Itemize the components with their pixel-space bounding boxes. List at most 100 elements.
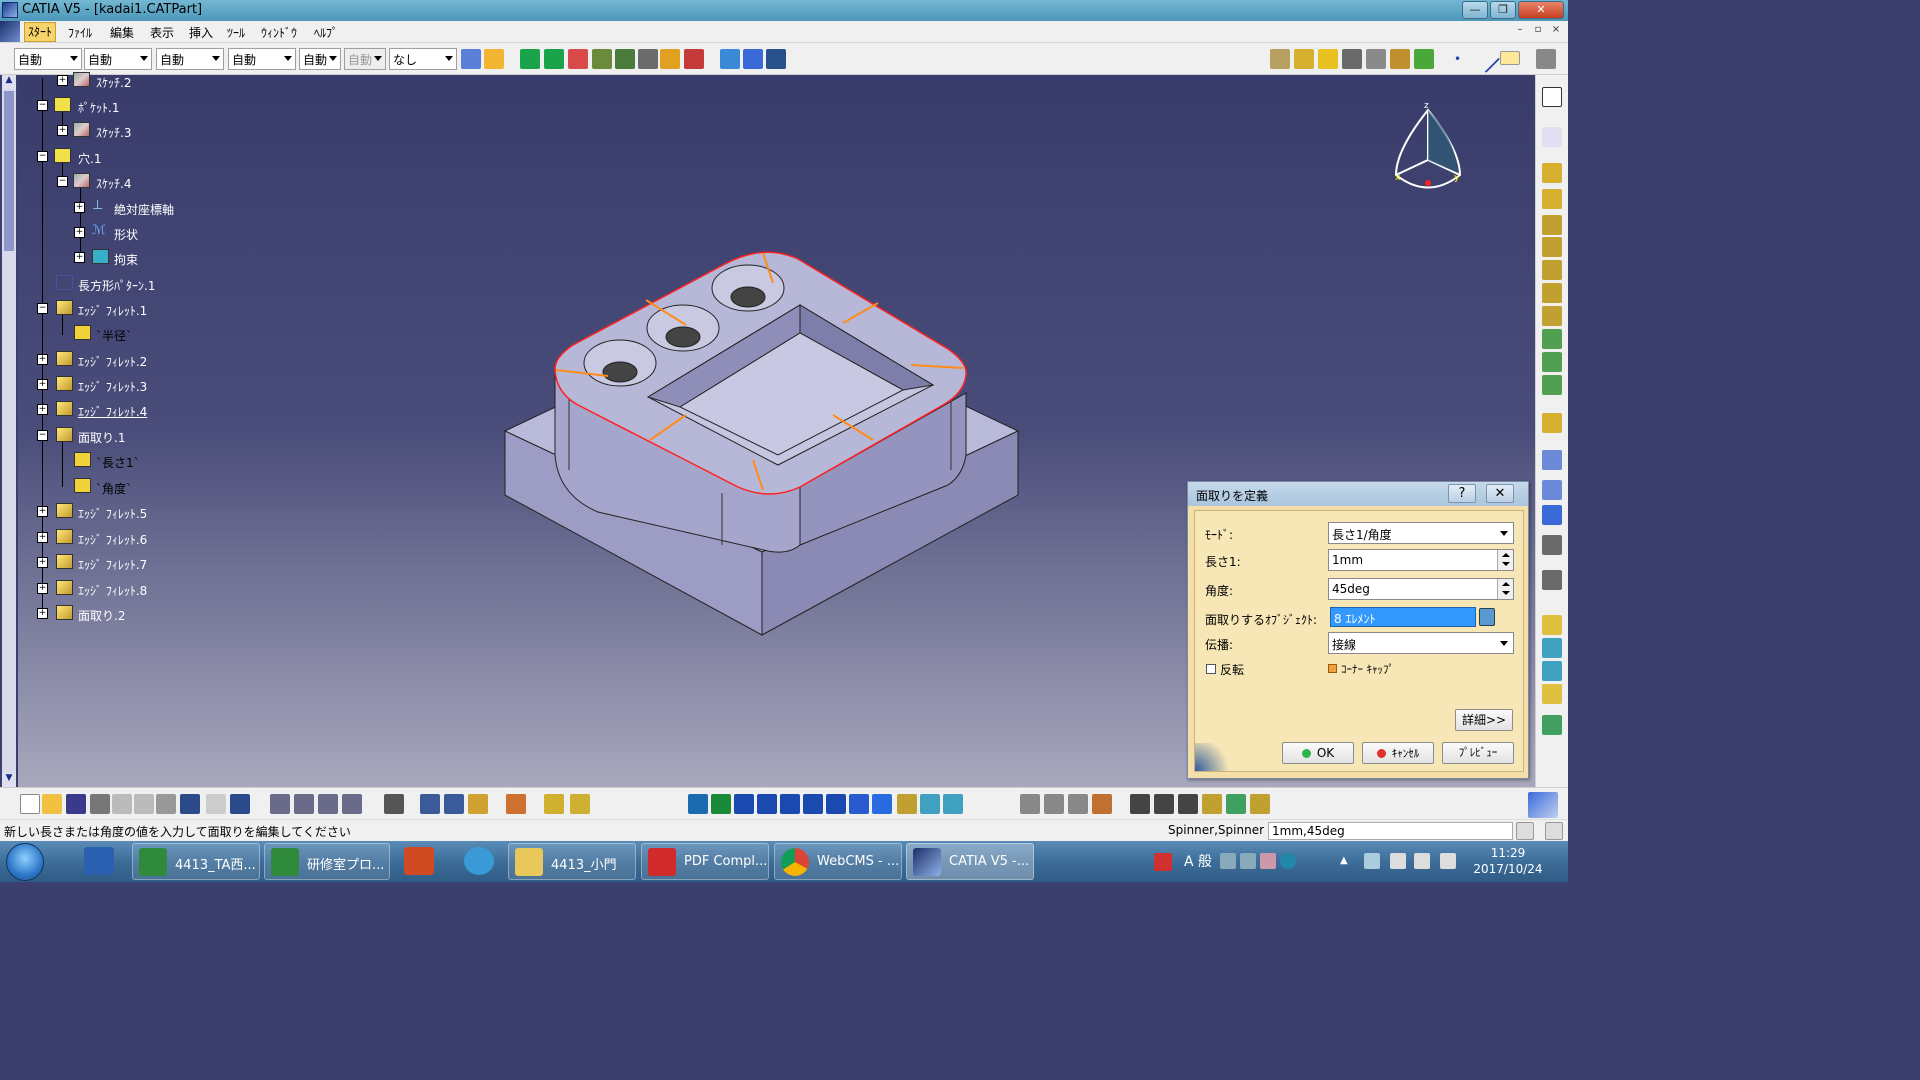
parameters-icon[interactable] [743,49,763,69]
line-thickness-combo[interactable]: 自動 [156,48,224,70]
redo-icon[interactable] [206,794,226,814]
power-input-field[interactable]: 1mm,45deg [1268,822,1513,840]
mdi-close-button[interactable]: × [1548,24,1564,38]
mechanical-feature-icon[interactable] [294,794,314,814]
preview-button[interactable]: ﾌﾟﾚﾋﾞｭｰ [1442,742,1514,764]
select-arrow-icon[interactable] [1542,87,1562,107]
dialog-close-button[interactable]: ✕ [1486,484,1514,503]
edit-selection-icon[interactable] [1479,608,1495,626]
pan-icon[interactable] [734,794,754,814]
normal-view-icon[interactable] [826,794,846,814]
measure-item-bottom-icon[interactable] [444,794,464,814]
point-type-combo[interactable]: 自動 [299,48,341,70]
dialog-help-button[interactable]: ? [1448,484,1476,503]
cut-icon[interactable] [112,794,132,814]
power-icon[interactable] [1440,853,1456,869]
ime-dictionary-icon[interactable] [1260,853,1276,869]
ime-tools-icon[interactable] [1240,853,1256,869]
more-button[interactable]: 詳細>> [1455,709,1513,731]
taskbar-app-catia[interactable]: CATIA V5 -... [906,843,1034,880]
undo-icon[interactable] [180,794,200,814]
status-close-icon[interactable] [1545,822,1563,840]
menu-window[interactable]: ｳｨﾝﾄﾞｳ [261,24,297,41]
angle-input[interactable]: 45deg [1328,578,1514,600]
propagation-select[interactable]: 接線 [1328,632,1514,654]
color-combo[interactable]: 自動 [14,48,82,70]
fly-mode-icon[interactable] [570,794,590,814]
zoom-in-icon[interactable] [780,794,800,814]
shell-tool-icon[interactable] [1542,480,1562,500]
shaft-tool-icon[interactable] [1542,215,1562,235]
minimize-button[interactable]: — [1462,1,1488,19]
transform-tool-icon[interactable] [1542,535,1562,555]
status-options-icon[interactable] [1516,822,1534,840]
paint-bucket-icon[interactable] [484,49,504,69]
draft-tool-icon[interactable] [1542,450,1562,470]
menu-insert[interactable]: 挿入 [189,24,213,41]
rib-tool-icon[interactable] [1542,283,1562,303]
transparency-combo[interactable]: 自動 [84,48,152,70]
pinned-word[interactable] [76,844,122,879]
removed-multi-section-icon[interactable] [1542,352,1562,372]
paste-icon[interactable] [156,794,176,814]
menu-help[interactable]: ﾍﾙﾌﾟ [314,24,338,41]
body-bottom-icon[interactable] [1202,794,1222,814]
taskbar-app-folder[interactable]: 4413_小門 [508,843,636,880]
close-surface-icon[interactable] [1542,661,1562,681]
measure-between-bottom-icon[interactable] [420,794,440,814]
taskbar-clock[interactable]: 11:29 2017/10/24 [1468,845,1548,877]
translate-icon[interactable] [544,49,564,69]
dress-up-icon[interactable] [1226,794,1246,814]
measure-between-icon[interactable] [615,49,635,69]
boolean-icon[interactable] [1342,49,1362,69]
ime-pad-icon[interactable] [1220,853,1236,869]
body-icon[interactable] [1318,49,1338,69]
tree-scrollbar[interactable]: ▲ ▼ [2,75,16,787]
surface-icon[interactable] [1250,794,1270,814]
show-hidden-icons-icon[interactable]: ▲ [1340,855,1350,866]
taskbar-app-excel-ta[interactable]: 4413_TA西... [132,843,260,880]
ime-help-icon[interactable] [1280,853,1296,869]
view-mode-icon[interactable] [897,794,917,814]
quick-view-icon[interactable] [872,794,892,814]
sketch-tools-icon[interactable] [1366,49,1386,69]
shaft-icon[interactable] [1294,49,1314,69]
fly-icon[interactable] [688,794,708,814]
volume-icon[interactable] [1414,853,1430,869]
painter-icon[interactable] [461,49,481,69]
pad-icon[interactable] [1270,49,1290,69]
fit-all-icon[interactable] [711,794,731,814]
line-type-combo[interactable]: 自動 [228,48,296,70]
scroll-up-icon[interactable]: ▲ [2,75,16,89]
sew-surface-icon[interactable] [1542,684,1562,704]
measure-item-icon[interactable] [638,49,658,69]
maximize-button[interactable]: ❐ [1490,1,1516,19]
multi-section-icon[interactable] [1542,329,1562,349]
rotate-view-icon[interactable] [757,794,777,814]
reverse-checkbox[interactable] [1206,664,1216,674]
pocket-tool-icon[interactable] [1542,189,1562,209]
menu-edit[interactable]: 編集 [110,24,134,41]
chamfer-tool-icon[interactable] [1542,413,1562,433]
part-body-icon[interactable] [1130,794,1150,814]
annotation-plane-icon[interactable] [1068,794,1088,814]
groove-tool-icon[interactable] [1542,237,1562,257]
menu-file[interactable]: ﾌｧｲﾙ [68,24,92,41]
close-button[interactable]: ✕ [1518,1,1564,19]
update-icon[interactable] [270,794,290,814]
cancel-button[interactable]: ｷｬﾝｾﾙ [1362,742,1434,764]
apply-material-bottom-icon[interactable] [506,794,526,814]
angle-spinner[interactable] [1497,579,1513,599]
annotation-3d-icon[interactable] [1092,794,1112,814]
dialog-title-bar[interactable]: 面取りを定義 ? ✕ [1188,482,1528,506]
menu-start[interactable]: ｽﾀｰﾄ [24,22,57,42]
mdi-minimize-button[interactable]: – [1512,24,1528,38]
mirror-tool-icon[interactable] [1542,570,1562,590]
zoom-out-icon[interactable] [803,794,823,814]
open-file-icon[interactable] [42,794,62,814]
knowledge-formula-icon[interactable] [720,49,740,69]
whats-this-icon[interactable] [230,794,250,814]
catalog-icon[interactable] [342,794,362,814]
tray-app-icon[interactable] [1154,853,1172,871]
inertia-icon[interactable] [468,794,488,814]
